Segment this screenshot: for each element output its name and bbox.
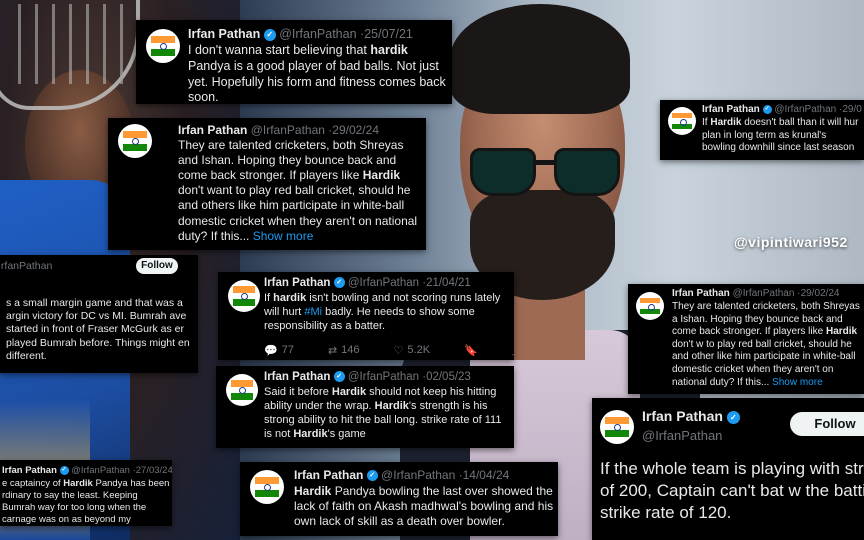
tweet-date[interactable]: 29/0 [842, 104, 861, 115]
tweet-text: Said it before Hardik should not keep hi… [264, 386, 502, 440]
verified-badge-icon: ✓ [726, 410, 740, 424]
india-flag-avatar-icon[interactable] [228, 280, 260, 312]
verified-badge-icon: ✓ [59, 465, 69, 475]
reply-button[interactable]: 💬 77 [264, 342, 294, 358]
hashtag-link[interactable]: #Mi [304, 306, 322, 318]
tweet-text: They are talented cricketers, both Shrey… [672, 301, 860, 388]
show-more-link[interactable]: Show more [769, 377, 823, 388]
tweet-text: Hardik Pandya bowling the last over show… [294, 484, 554, 529]
sunglasses [470, 148, 620, 198]
author-handle[interactable]: IrfanPathan [0, 260, 52, 272]
author-name[interactable]: Irfan Pathan [642, 408, 723, 424]
tweet-card[interactable]: Irfan Pathan ✓ @IrfanPathan Follow If th… [592, 398, 864, 540]
tweet-card[interactable]: Irfan Pathan ✓ @IrfanPathan ·02/05/23 Sa… [216, 366, 514, 448]
author-name[interactable]: Irfan Pathan [264, 277, 330, 289]
india-flag-avatar-icon[interactable] [250, 470, 284, 504]
author-name[interactable]: Irfan Pathan [2, 465, 57, 476]
bookmark-button[interactable]: 🔖 [464, 342, 478, 358]
author-handle[interactable]: @IrfanPathan [774, 104, 836, 115]
tweet-text: I don't wanna start believing that hardi… [188, 43, 446, 104]
tweet-card[interactable]: Irfan Pathan ✓ @IrfanPathan ·29/0 If Har… [660, 100, 864, 160]
tweet-date[interactable]: 14/04/24 [463, 468, 510, 482]
author-handle[interactable]: @IrfanPathan [251, 123, 325, 137]
watermark: @vipintiwari952 [734, 234, 848, 250]
author-handle[interactable]: @IrfanPathan [348, 277, 419, 289]
follow-button[interactable]: Follow [790, 412, 864, 436]
tweet-date[interactable]: 25/07/21 [364, 27, 413, 41]
tweet-card[interactable]: Irfan Pathan ✓ @IrfanPathan ·14/04/24 Ha… [240, 462, 558, 536]
verified-badge-icon: ✓ [333, 277, 345, 289]
author-handle[interactable]: @IrfanPathan [642, 428, 722, 443]
verified-badge-icon: ✓ [762, 104, 772, 114]
like-button[interactable]: ♡ 5.2K [394, 342, 431, 358]
retweet-icon: ⇄ [327, 344, 338, 357]
bookmark-icon: 🔖 [464, 344, 478, 357]
tweet-date[interactable]: 21/04/21 [426, 277, 471, 289]
tweet-text: If Hardik doesn't ball than it will hur … [702, 117, 859, 154]
tweet-text: They are talented cricketers, both Shrey… [178, 138, 418, 243]
reply-icon: 💬 [264, 344, 278, 357]
tweet-date[interactable]: 02/05/23 [426, 371, 471, 383]
author-name[interactable]: Irfan Pathan [178, 123, 247, 137]
author-name[interactable]: Irfan Pathan [702, 104, 760, 115]
india-flag-avatar-icon[interactable] [226, 374, 258, 406]
india-flag-avatar-icon[interactable] [668, 107, 696, 135]
share-button[interactable]: ⤴ [512, 342, 514, 358]
tweet-date[interactable]: 29/02/24 [332, 123, 379, 137]
author-name[interactable]: Irfan Pathan [264, 371, 330, 383]
hair [450, 4, 630, 114]
tweet-card[interactable]: Irfan Pathan @IrfanPathan ·29/02/24 They… [108, 118, 426, 250]
neck [505, 290, 585, 360]
author-name[interactable]: Irfan Pathan [188, 27, 260, 41]
verified-badge-icon: ✓ [333, 371, 345, 383]
retweet-button[interactable]: ⇄ 146 [328, 342, 360, 358]
tweet-text: If the whole team is playing with strike… [600, 459, 864, 523]
india-flag-avatar-icon[interactable] [600, 410, 634, 444]
verified-badge-icon: ✓ [263, 28, 276, 41]
india-flag-avatar-icon[interactable] [146, 29, 180, 63]
india-flag-avatar-icon[interactable] [118, 124, 152, 158]
tweet-card[interactable]: Irfan Pathan @IrfanPathan ·29/02/24 They… [628, 284, 864, 394]
verified-badge-icon: ✓ [366, 470, 378, 482]
author-handle[interactable]: @IrfanPathan [348, 371, 419, 383]
tweet-text: e captaincy of Hardik Pandya has been rd… [2, 478, 170, 526]
author-handle[interactable]: @IrfanPathan [733, 288, 795, 299]
author-name[interactable]: Irfan Pathan [672, 288, 730, 299]
author-handle[interactable]: @IrfanPathan [71, 465, 130, 476]
tweet-date[interactable]: 27/03/24 [136, 465, 172, 476]
tweet-card[interactable]: IrfanPathan Follow s a small margin game… [0, 255, 198, 373]
india-flag-avatar-icon[interactable] [636, 292, 664, 320]
tweet-text: If hardik isn't bowling and not scoring … [264, 292, 501, 332]
tweet-card[interactable]: Irfan Pathan ✓ @IrfanPathan ·27/03/24 e … [0, 460, 172, 526]
like-icon: ♡ [393, 344, 404, 357]
tweet-date[interactable]: 29/02/24 [801, 288, 840, 299]
author-handle[interactable]: @IrfanPathan [381, 468, 455, 482]
tweet-card[interactable]: Irfan Pathan ✓ @IrfanPathan ·21/04/21 If… [218, 272, 514, 360]
author-handle[interactable]: @IrfanPathan [279, 27, 356, 41]
tweet-card[interactable]: Irfan Pathan ✓ @IrfanPathan ·25/07/21 I … [136, 20, 452, 104]
tweet-text: s a small margin game and that was a arg… [6, 297, 190, 362]
show-more-link[interactable]: Show more [249, 229, 314, 243]
author-name[interactable]: Irfan Pathan [294, 468, 363, 482]
share-icon: ⤴ [512, 342, 514, 358]
follow-button[interactable]: Follow [136, 258, 178, 274]
